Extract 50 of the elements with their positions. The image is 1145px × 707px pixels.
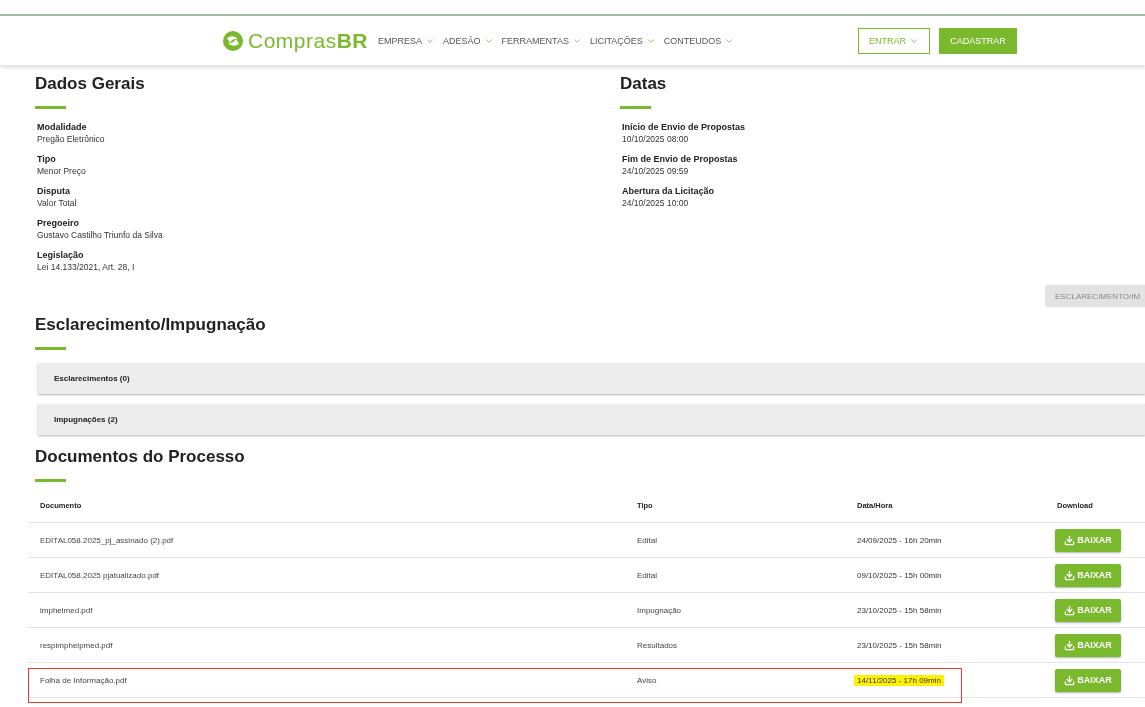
section-title: Dados Gerais [35, 74, 146, 94]
nav-menu-item[interactable]: FERRAMENTAS [501, 35, 582, 46]
field-label: Disputa [37, 186, 71, 196]
logo-text[interactable]: ComprasBR [248, 28, 369, 53]
download-button[interactable]: BAIXAR [1055, 598, 1121, 622]
table-cell-text: Resultados [637, 640, 679, 650]
field-label: Tipo [37, 154, 57, 164]
nav-menu-item[interactable]: ADESÃO [443, 35, 494, 46]
table-cell: 14/11/2025 - 17h 09min [854, 674, 944, 686]
table-cell-text: EDITAL058.2025 pjatualizado.pdf [40, 570, 161, 580]
section-title: Datas [620, 74, 668, 94]
field-value: 24/10/2025 09:59 [622, 166, 690, 176]
signup-button[interactable]: CADASTRAR [939, 27, 1017, 54]
section-title: Esclarecimento/Impugnação [35, 315, 267, 335]
download-button[interactable]: BAIXAR [1055, 633, 1121, 657]
section-title: Documentos do Processo [35, 447, 246, 467]
field-label: Fim de Envio de Propostas [622, 154, 739, 164]
nav-menu-item[interactable]: EMPRESA [378, 35, 436, 46]
field-value: Pregão Eletrônico [37, 134, 106, 144]
table-cell-text: respimphelpmed.pdf [40, 640, 114, 650]
nav-menu-item[interactable]: LICITAÇÕES [589, 35, 656, 46]
table-cell-text: Folha de Informação.pdf [40, 675, 128, 685]
table-cell-text: Aviso [637, 675, 658, 685]
table-cell-text: 09/10/2025 - 15h 00min [856, 569, 943, 581]
table-cell-text: Edital [637, 570, 658, 580]
table-cell-text: 24/09/2025 - 16h 20min [856, 534, 943, 546]
field-label: Abertura da Licitação [622, 186, 716, 196]
field-value: Gustavo Castilho Triunfo da Silva [37, 230, 164, 240]
download-button[interactable]: BAIXAR [1055, 563, 1121, 587]
field-label: Modalidade [37, 122, 88, 132]
download-button[interactable]: BAIXAR [1055, 528, 1121, 552]
table-cell-text: Edital [637, 535, 658, 545]
nav-menu-item[interactable]: CONTEUDOS [663, 35, 735, 46]
field-label: Pregoeiro [37, 218, 80, 228]
table-cell-text: 23/10/2025 - 15h 58min [856, 639, 943, 651]
field-label: Legislação [37, 250, 85, 260]
table-cell-text: 23/10/2025 - 15h 58min [856, 604, 943, 616]
field-value: 10/10/2025 08:00 [622, 134, 690, 144]
field-value: Menor Preço [37, 166, 87, 176]
download-button[interactable]: BAIXAR [1055, 668, 1121, 692]
table-cell-text: Impugnação [637, 605, 683, 615]
table-cell-text: imphelmed.pdf [40, 605, 94, 615]
login-button[interactable]: ENTRAR [858, 27, 930, 54]
table-cell-text: EDITAL058.2025_pj_assinado (2).pdf [40, 535, 175, 545]
accordion-panel[interactable]: Impugnações (2) [38, 404, 1145, 435]
field-label: Início de Envio de Propostas [622, 122, 747, 132]
accordion-panel[interactable]: Esclarecimentos (0) [38, 363, 1145, 394]
field-value: Lei 14.133/2021, Art. 28, I [37, 262, 136, 272]
field-value: Valor Total [37, 198, 78, 208]
field-value: 24/10/2025 10:00 [622, 198, 690, 208]
